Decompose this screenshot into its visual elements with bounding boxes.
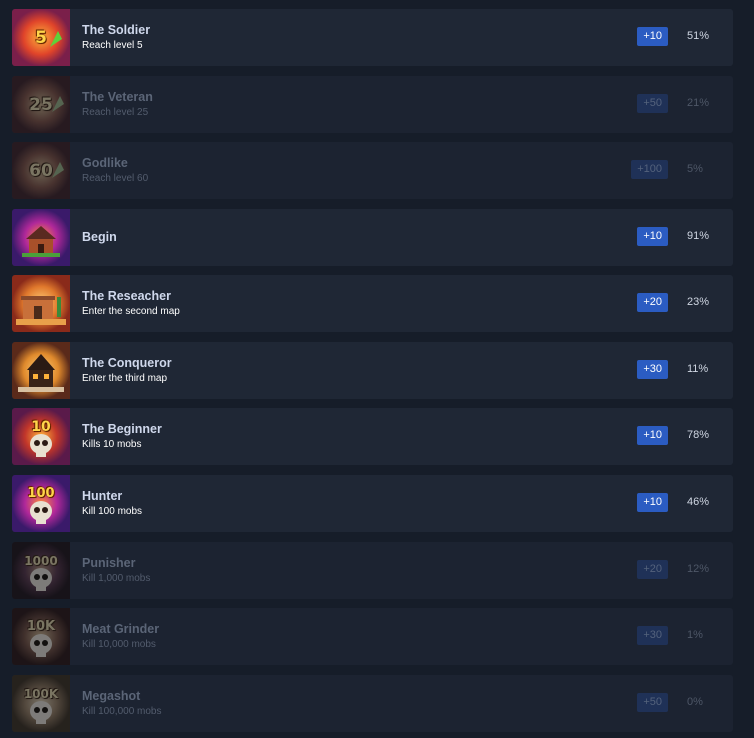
achievement-row[interactable]: The Conqueror Enter the third map +30 11… bbox=[12, 342, 733, 399]
achievement-description: Kills 10 mobs bbox=[82, 439, 142, 450]
achievement-title: Meat Grinder bbox=[82, 622, 160, 636]
achievement-description: Enter the third map bbox=[82, 373, 168, 384]
achievement-icon-label: 10 bbox=[31, 418, 51, 435]
achievement-icon-label: 60 bbox=[29, 160, 53, 181]
skull-10-icon: 10 bbox=[12, 408, 70, 465]
achievement-icon-label: 5 bbox=[35, 27, 47, 48]
reward-badge: +20 bbox=[637, 560, 668, 579]
reward-badge: +10 bbox=[637, 426, 668, 445]
reward-badge: +20 bbox=[637, 293, 668, 312]
achievement-title: Begin bbox=[82, 230, 117, 244]
achievement-row[interactable]: 25 The Veteran Reach level 25 +50 21% bbox=[12, 76, 733, 133]
achievement-row[interactable]: 100 Hunter Kill 100 mobs +10 46% bbox=[12, 475, 733, 532]
reward-badge: +50 bbox=[637, 693, 668, 712]
completion-percent: 12% bbox=[687, 563, 710, 575]
completion-percent: 91% bbox=[687, 230, 710, 242]
completion-percent: 11% bbox=[687, 363, 709, 375]
reward-badge: +10 bbox=[637, 227, 668, 246]
achievement-description: Kill 10,000 mobs bbox=[82, 639, 156, 650]
level-5-arrow-icon: 5 bbox=[12, 9, 70, 66]
completion-percent: 0% bbox=[687, 696, 703, 708]
completion-percent: 46% bbox=[687, 496, 710, 508]
desert-hut-icon bbox=[12, 275, 70, 332]
achievement-row[interactable]: 1000 Punisher Kill 1,000 mobs +20 12% bbox=[12, 542, 733, 599]
achievement-title: The Beginner bbox=[82, 422, 162, 436]
achievement-description: Enter the second map bbox=[82, 306, 180, 317]
reward-badge: +10 bbox=[637, 493, 668, 512]
achievement-icon-label: 10K bbox=[26, 619, 56, 634]
achievement-title: Megashot bbox=[82, 689, 141, 703]
reward-badge: +30 bbox=[637, 626, 668, 645]
achievement-icon-label: 100 bbox=[27, 486, 55, 501]
achievement-row[interactable]: 10 The Beginner Kills 10 mobs +10 78% bbox=[12, 408, 733, 465]
achievement-icon-label: 1000 bbox=[24, 553, 58, 568]
completion-percent: 23% bbox=[687, 296, 710, 308]
reward-badge: +10 bbox=[637, 27, 668, 46]
skull-100-icon: 100 bbox=[12, 475, 70, 532]
achievement-description: Kill 1,000 mobs bbox=[82, 573, 151, 584]
completion-percent: 78% bbox=[687, 429, 710, 441]
achievement-row[interactable]: The Reseacher Enter the second map +20 2… bbox=[12, 275, 733, 332]
level-60-arrow-icon: 60 bbox=[12, 142, 70, 199]
achievement-title: The Soldier bbox=[82, 23, 151, 37]
achievement-row[interactable]: 60 Godlike Reach level 60 +100 5% bbox=[12, 142, 733, 199]
achievement-row[interactable]: 100K Megashot Kill 100,000 mobs +50 0% bbox=[12, 675, 733, 732]
achievement-list: 5 The Soldier Reach level 5 +10 51% 25 T… bbox=[0, 0, 754, 738]
skull-10k-icon: 10K bbox=[12, 608, 70, 665]
skull-100k-icon: 100K bbox=[12, 675, 70, 732]
haunted-house-icon bbox=[12, 342, 70, 399]
house-icon bbox=[12, 209, 70, 266]
achievement-title: The Reseacher bbox=[82, 289, 171, 303]
achievement-description: Kill 100 mobs bbox=[82, 506, 143, 517]
achievement-description: Reach level 60 bbox=[82, 173, 149, 184]
achievement-icon-label: 100K bbox=[23, 686, 59, 701]
completion-percent: 51% bbox=[687, 30, 710, 42]
achievement-title: Godlike bbox=[82, 156, 128, 170]
reward-badge: +30 bbox=[637, 360, 668, 379]
skull-1000-icon: 1000 bbox=[12, 542, 70, 599]
achievement-row[interactable]: 10K Meat Grinder Kill 10,000 mobs +30 1% bbox=[12, 608, 733, 665]
achievement-row[interactable]: Begin +10 91% bbox=[12, 209, 733, 266]
achievement-title: The Conqueror bbox=[82, 356, 172, 370]
achievement-icon-label: 25 bbox=[29, 94, 53, 115]
completion-percent: 21% bbox=[687, 97, 710, 109]
achievement-description: Reach level 25 bbox=[82, 107, 149, 118]
achievement-description: Reach level 5 bbox=[82, 40, 143, 51]
achievement-title: Punisher bbox=[82, 556, 136, 570]
achievement-description: Kill 100,000 mobs bbox=[82, 706, 162, 717]
reward-badge: +100 bbox=[631, 160, 668, 179]
level-25-arrow-icon: 25 bbox=[12, 76, 70, 133]
completion-percent: 5% bbox=[687, 163, 703, 175]
reward-badge: +50 bbox=[637, 94, 668, 113]
achievement-row[interactable]: 5 The Soldier Reach level 5 +10 51% bbox=[12, 9, 733, 66]
completion-percent: 1% bbox=[687, 629, 703, 641]
achievement-title: The Veteran bbox=[82, 90, 153, 104]
achievement-title: Hunter bbox=[82, 489, 123, 503]
